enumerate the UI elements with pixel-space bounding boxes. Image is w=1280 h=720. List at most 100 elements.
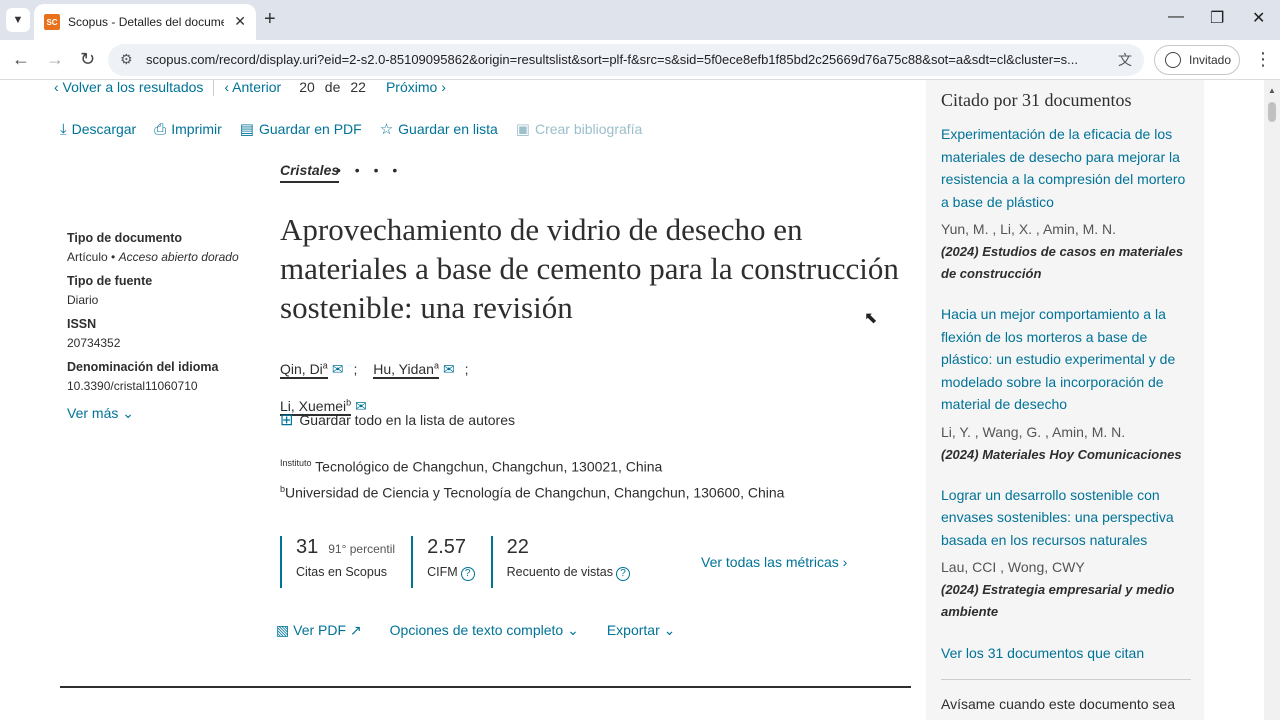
download-label: Descargar: [71, 121, 137, 137]
save-to-list-button[interactable]: ☆ Guardar en lista: [380, 120, 498, 138]
views-metric[interactable]: 22 Recuento de vistas?: [490, 536, 630, 588]
affiliation: bUniversidad de Ciencia y Tecnología de …: [280, 484, 784, 501]
new-tab-button[interactable]: +: [264, 8, 276, 31]
save-all-authors-button[interactable]: ⊞ Guardar todo en la lista de autores: [280, 410, 515, 430]
page-content: ‹ Volver a los resultados ‹ Anterior 20 …: [0, 80, 1280, 720]
help-icon[interactable]: ?: [615, 567, 630, 581]
author-separator: ;: [353, 360, 358, 377]
affiliation-text: Universidad de Ciencia y Tecnología de C…: [285, 484, 785, 501]
external-link-icon: ↗: [349, 622, 362, 638]
document-toolbar: ⤓ Descargar ⎙ Imprimir ▤ Guardar en PDF ☆ Gu…: [60, 120, 660, 139]
author-affil-sup: a: [433, 360, 439, 370]
issn-label: ISSN: [67, 317, 97, 331]
back-to-results-link[interactable]: ‹ Volver a los resultados: [54, 80, 203, 95]
citing-document: Lograr un desarrollo sostenible con enva…: [941, 484, 1189, 624]
print-label: Imprimir: [171, 121, 222, 137]
save-pdf-button[interactable]: ▤ Guardar en PDF: [240, 120, 362, 138]
bibliography-icon: ▣: [515, 121, 530, 138]
total-results: 22: [350, 80, 366, 95]
forward-arrow-icon[interactable]: →: [46, 49, 64, 70]
author-name: Qin, Di: [280, 360, 323, 377]
author-separator: ;: [464, 360, 469, 377]
author-link[interactable]: Hu, Yidana: [373, 360, 439, 379]
cited-by-heading: Citado por 31 documentos: [941, 90, 1132, 110]
omnibox[interactable]: ⚙ scopus.com/record/display.uri?eid=2-s2…: [108, 44, 1144, 76]
next-link[interactable]: Próximo ›: [386, 80, 446, 95]
reload-icon[interactable]: ↻: [80, 49, 95, 70]
see-more-label: Ver más: [67, 405, 119, 421]
current-result-number: 20: [299, 80, 315, 95]
page-scrollbar[interactable]: ▲: [1264, 80, 1280, 720]
export-label: Exportar: [606, 622, 660, 638]
fwci-value: 2.57: [427, 536, 467, 558]
journal-details-dots: • • • •: [336, 162, 403, 178]
affiliation-sup: Instituto: [280, 458, 312, 468]
see-all-citing-link[interactable]: Ver los 31 documentos que citan: [941, 645, 1189, 661]
maximize-button[interactable]: ❐: [1210, 8, 1224, 28]
save-all-authors-label: Guardar todo en la lista de autores: [299, 412, 515, 428]
full-text-options-button[interactable]: Opciones de texto completo ⌄: [390, 622, 579, 639]
tab-search-button[interactable]: ▼: [6, 8, 30, 32]
result-navigation: ‹ Volver a los resultados ‹ Anterior 20 …: [54, 80, 446, 96]
author-link[interactable]: Qin, Dia: [280, 360, 328, 379]
author-affil-sup: a: [322, 360, 328, 370]
download-icon: ⤓: [60, 120, 67, 138]
fwci-metric[interactable]: 2.57 CIFM?: [411, 536, 475, 588]
profile-icon: [1165, 52, 1181, 68]
print-button[interactable]: ⎙ Imprimir: [154, 120, 222, 138]
star-icon: ☆: [379, 121, 394, 138]
chevron-down-icon: ⌄: [567, 622, 579, 638]
sidebar-divider: [941, 679, 1191, 680]
view-pdf-button[interactable]: ▧ Ver PDF ↗: [276, 622, 362, 639]
doc-type-text: Artículo: [67, 250, 108, 264]
view-all-metrics-label: Ver todas las métricas: [701, 554, 839, 570]
source-type-value: Diario: [67, 293, 99, 307]
citing-document-title-link[interactable]: Experimentación de la eficacia de los ma…: [941, 123, 1189, 213]
pdf-icon: ▤: [239, 121, 254, 138]
citations-percentile: 91° percentil: [328, 542, 396, 556]
journal-name-link[interactable]: Cristales: [280, 162, 340, 183]
browser-menu-icon[interactable]: ⋮: [1254, 49, 1272, 70]
close-window-button[interactable]: ✕: [1252, 8, 1265, 28]
citing-document: Hacia un mejor comportamiento a la flexi…: [941, 303, 1189, 466]
help-icon[interactable]: ?: [460, 567, 475, 581]
citing-document-authors: Li, Y. , Wang, G. , Amin, M. N.: [941, 423, 1126, 440]
chevron-down-icon: ⌄: [122, 405, 134, 421]
views-label: Recuento de vistas: [506, 565, 613, 579]
profile-button[interactable]: Invitado: [1154, 45, 1240, 75]
pdf-icon: ▧: [276, 622, 290, 638]
view-all-metrics-link[interactable]: Ver todas las métricas ›: [701, 554, 847, 570]
document-metadata: Tipo de documento Artículo • Acceso abie…: [67, 221, 257, 422]
chevron-down-icon: ⌄: [663, 622, 676, 638]
citations-metric[interactable]: 31 91° percentil Citas en Scopus: [280, 536, 395, 588]
citing-document: Experimentación de la eficacia de los ma…: [941, 123, 1189, 285]
back-arrow-icon[interactable]: ←: [12, 49, 30, 70]
fwci-label: CIFM: [427, 565, 458, 579]
add-to-list-icon: ⊞: [280, 412, 294, 429]
minimize-button[interactable]: —: [1168, 8, 1184, 26]
of-label: de: [324, 80, 341, 95]
citing-document-title-link[interactable]: Lograr un desarrollo sostenible con enva…: [941, 484, 1189, 552]
previous-link[interactable]: ‹ Anterior: [224, 80, 281, 95]
url-text[interactable]: scopus.com/record/display.uri?eid=2-s2.0…: [146, 52, 1106, 67]
source-type-label: Tipo de fuente: [67, 274, 153, 288]
create-bibliography-button[interactable]: ▣ Crear bibliografía: [516, 120, 643, 138]
close-icon[interactable]: ✕: [234, 13, 246, 30]
email-icon[interactable]: ✉: [332, 361, 344, 377]
translate-icon[interactable]: 文: [1118, 50, 1132, 70]
citing-document-title-link[interactable]: Hacia un mejor comportamiento a la flexi…: [941, 303, 1189, 416]
scrollbar-thumb[interactable]: [1268, 102, 1276, 122]
metrics-panel: 31 91° percentil Citas en Scopus 2.57 CIF…: [280, 536, 646, 588]
export-button[interactable]: Exportar ⌄: [607, 622, 676, 639]
divider: [213, 80, 215, 96]
views-value: 22: [506, 536, 529, 558]
author-name: Hu, Yidan: [373, 360, 434, 377]
scroll-up-arrow-icon[interactable]: ▲: [1268, 86, 1276, 95]
section-divider: [60, 686, 911, 688]
browser-tab[interactable]: SC Scopus - Detalles del documento ✕: [34, 4, 256, 40]
citing-document-authors: Yun, M. , Li, X. , Amin, M. N.: [941, 221, 1117, 237]
email-icon[interactable]: ✉: [443, 361, 455, 377]
site-settings-icon[interactable]: ⚙: [120, 51, 133, 68]
download-button[interactable]: ⤓ Descargar: [60, 120, 136, 138]
see-more-button[interactable]: Ver más ⌄: [67, 405, 257, 422]
